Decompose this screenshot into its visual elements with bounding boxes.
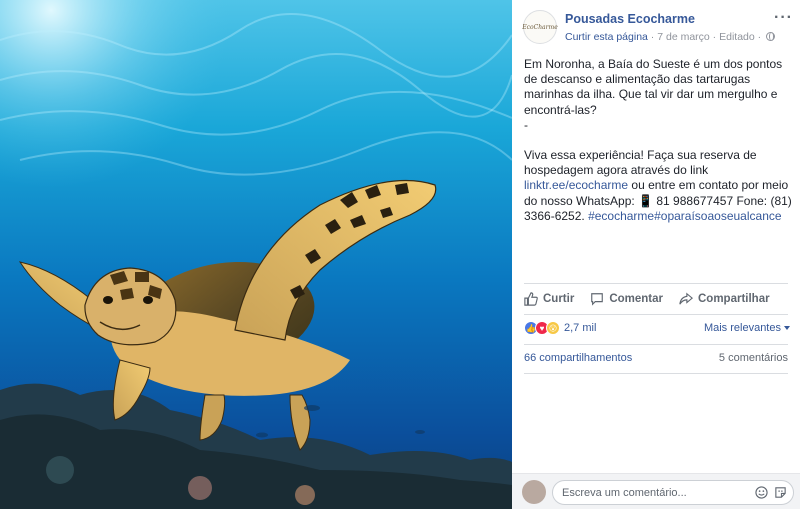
reaction-icons[interactable]: 👍 ♥ 😮 xyxy=(524,321,560,335)
post-stats: 66 compartilhamentos 5 comentários xyxy=(524,352,788,366)
comment-label: Comentar xyxy=(609,293,663,305)
meta-separator: · xyxy=(709,31,720,43)
sea-turtle-photo xyxy=(0,0,512,509)
post-meta: Curtir esta página · 7 de março · Editad… xyxy=(565,31,776,43)
share-button[interactable]: Compartilhar xyxy=(679,289,770,309)
post-panel: EcoCharme Pousadas Ecocharme Curtir esta… xyxy=(512,0,800,509)
page-name-link[interactable]: Pousadas Ecocharme xyxy=(565,12,695,26)
sort-comments-dropdown[interactable]: Mais relevantes xyxy=(704,322,790,334)
post-paragraph-2: Viva essa experiência! Faça sua reserva … xyxy=(524,148,794,224)
phone-emoji-icon: 📱 xyxy=(638,193,654,208)
post-actions: Curtir Comentar Compartilhar xyxy=(524,289,788,309)
like-label: Curtir xyxy=(543,293,575,305)
sort-label: Mais relevantes xyxy=(703,322,781,334)
post-paragraph-1: Em Noronha, a Baía do Sueste é um dos po… xyxy=(524,57,783,117)
divider xyxy=(524,373,788,374)
post-dash: - xyxy=(524,117,528,132)
like-button[interactable]: Curtir xyxy=(524,289,574,309)
share-label: Compartilhar xyxy=(698,293,770,305)
comments-count-link[interactable]: 5 comentários xyxy=(719,352,788,364)
post-date-link[interactable]: 7 de março xyxy=(657,31,710,43)
comment-placeholder: Escreva um comentário... xyxy=(562,487,687,499)
reactions-bar: 👍 ♥ 😮 2,7 mil Mais relevantes xyxy=(524,321,790,337)
hashtag-link[interactable]: #ecocharme xyxy=(588,209,654,223)
linktree-link[interactable]: linktr.ee/ecocharme xyxy=(524,178,628,192)
post-body: Em Noronha, a Baía do Sueste é um dos po… xyxy=(524,57,794,224)
comment-tools xyxy=(755,486,787,499)
avatar-logo-text: EcoCharme xyxy=(522,23,558,31)
post-photo[interactable] xyxy=(0,0,512,509)
share-arrow-icon xyxy=(679,292,693,305)
comment-bubble-icon xyxy=(591,293,604,306)
comment-input[interactable]: Escreva um comentário... xyxy=(552,480,794,505)
meta-separator: · xyxy=(647,31,658,43)
wow-reaction-icon: 😮 xyxy=(546,321,560,335)
shares-count-link[interactable]: 66 compartilhamentos xyxy=(524,352,632,364)
more-dots-icon[interactable]: ··· xyxy=(774,9,793,27)
edited-label[interactable]: Editado xyxy=(719,31,755,43)
caret-down-icon xyxy=(784,326,790,330)
like-page-link[interactable]: Curtir esta página xyxy=(565,31,648,43)
page-avatar[interactable]: EcoCharme xyxy=(522,10,558,44)
divider xyxy=(524,283,788,284)
thumbs-up-icon xyxy=(524,292,538,306)
divider xyxy=(524,314,788,315)
reaction-count[interactable]: 2,7 mil xyxy=(564,322,596,334)
comment-button[interactable]: Comentar xyxy=(590,289,663,309)
comment-composer: Escreva um comentário... xyxy=(512,473,800,509)
hashtag-link[interactable]: #oparaísoaoseualcance xyxy=(654,209,781,223)
post-text-segment: Viva essa experiência! Faça sua reserva … xyxy=(524,148,757,178)
globe-icon[interactable] xyxy=(766,32,776,41)
emoji-icon[interactable] xyxy=(755,486,768,499)
divider xyxy=(524,344,788,345)
post-header: EcoCharme Pousadas Ecocharme Curtir esta… xyxy=(522,9,793,46)
sticker-icon[interactable] xyxy=(774,486,787,499)
user-avatar xyxy=(522,480,546,504)
meta-separator: · xyxy=(754,31,765,43)
